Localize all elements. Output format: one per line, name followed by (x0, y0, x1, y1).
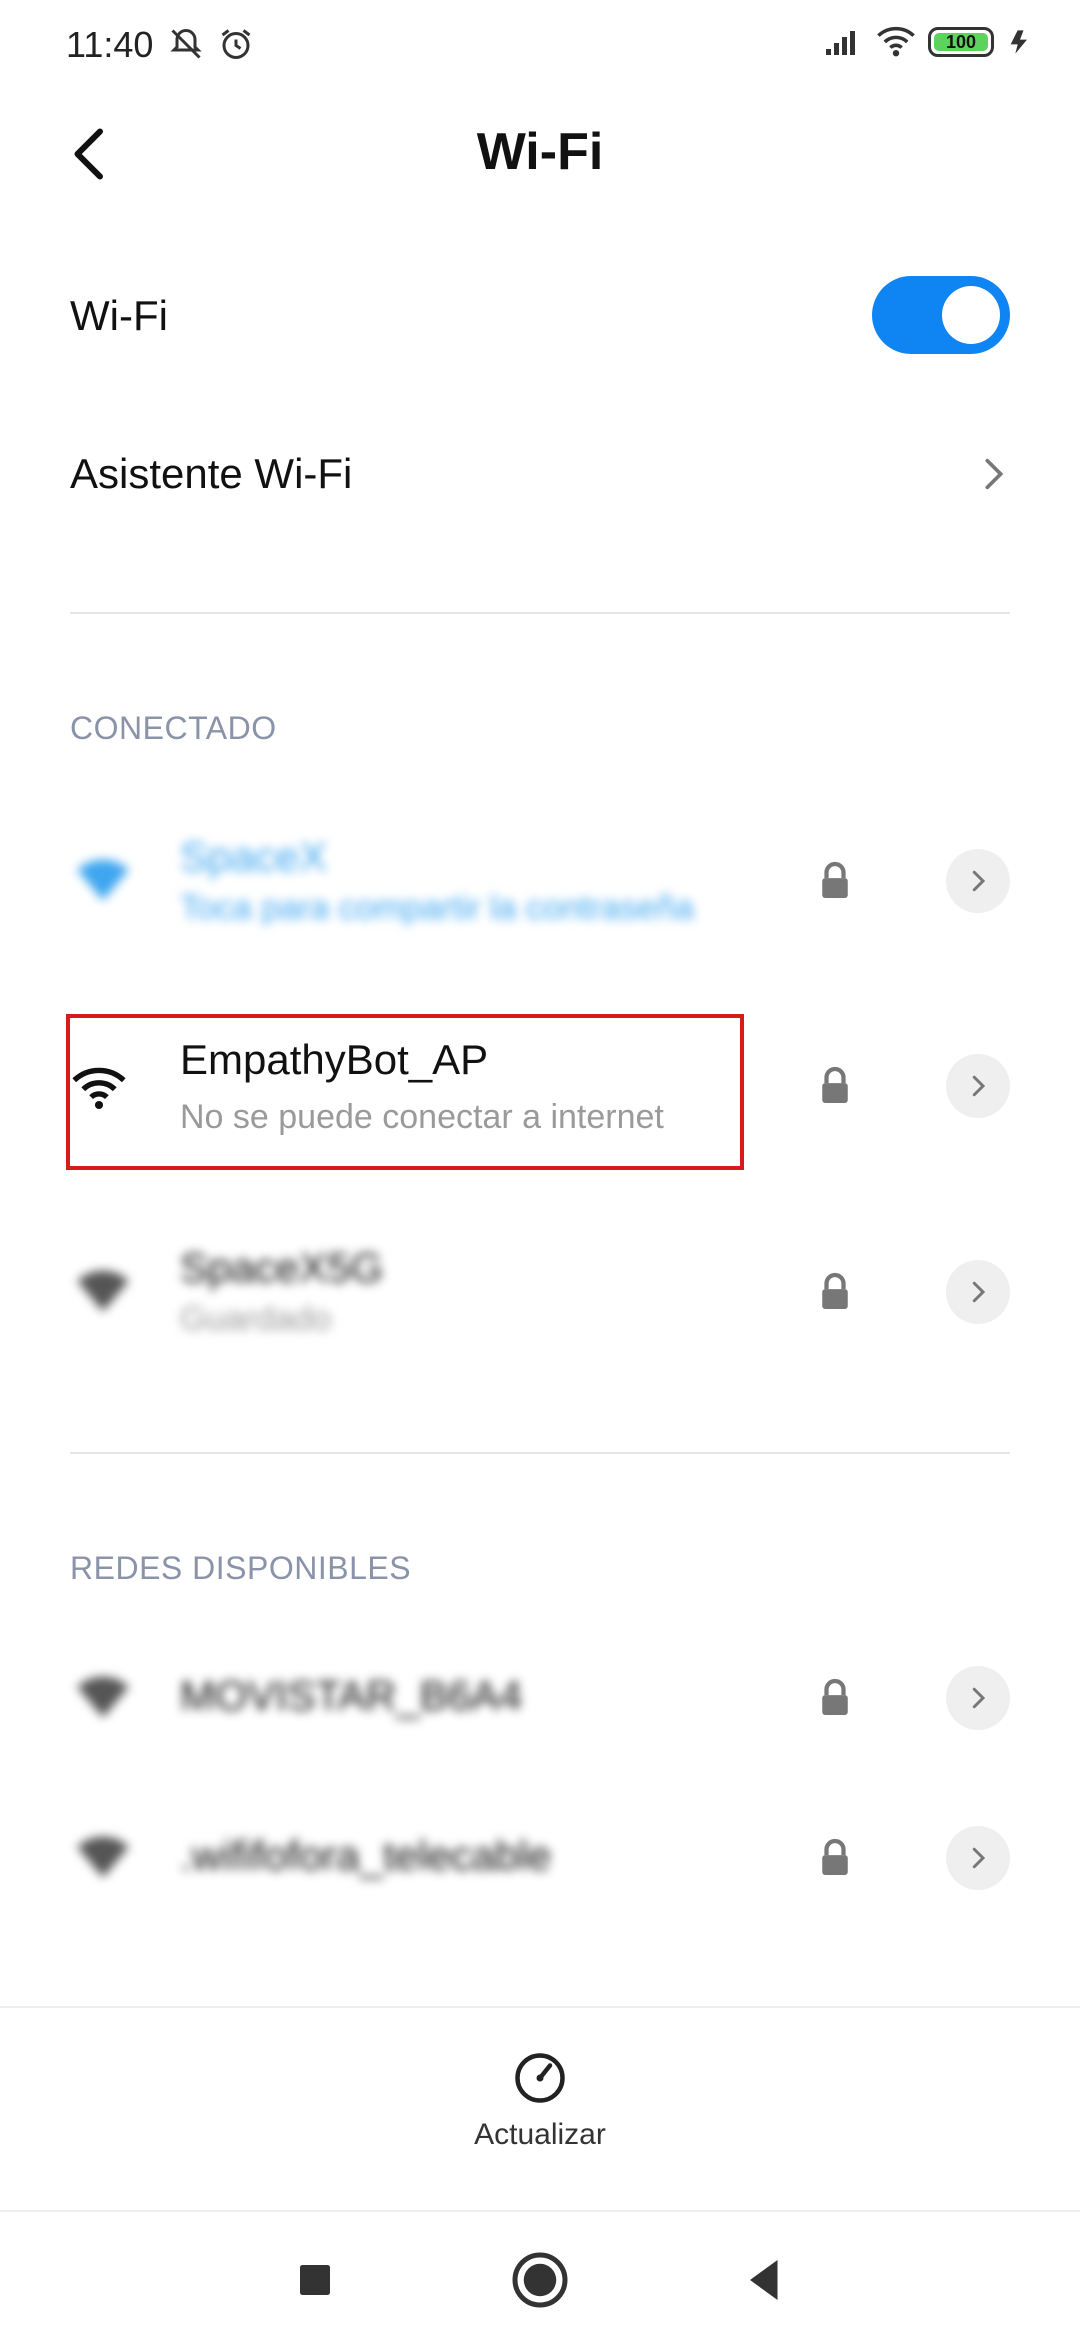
network-details-button[interactable] (946, 1054, 1010, 1118)
wifi-signal-icon (77, 1836, 129, 1878)
network-name: .wififofora_telecable (180, 1832, 552, 1879)
network-details-button[interactable] (946, 849, 1010, 913)
chevron-right-icon (972, 1075, 986, 1097)
header: Wi-Fi (0, 96, 1080, 216)
lock-icon (822, 1272, 848, 1309)
section-connected-header: CONECTADO (70, 710, 277, 746)
status-bar: 11:40 100 (0, 0, 1080, 96)
wifi-signal-icon (77, 1270, 129, 1312)
divider (70, 612, 1010, 614)
wifi-toggle-switch[interactable] (872, 276, 1010, 354)
wifi-assistant-label: Asistente Wi-Fi (70, 450, 353, 497)
wifi-signal-icon (77, 859, 129, 901)
network-name: SpaceX5G (180, 1244, 384, 1291)
bottom-action-bar: Actualizar (0, 2006, 1080, 2212)
network-details-button[interactable] (946, 1260, 1010, 1324)
wifi-assistant-row[interactable]: Asistente Wi-Fi (0, 418, 1080, 538)
network-name: MOVISTAR_B6A4 (180, 1672, 523, 1719)
network-row[interactable]: MOVISTAR_B6A4 (0, 1622, 1080, 1772)
wifi-toggle-row[interactable]: Wi-Fi (0, 256, 1080, 376)
page-title: Wi-Fi (476, 123, 604, 181)
section-available-header: REDES DISPONIBLES (70, 1550, 412, 1586)
chevron-right-icon (972, 1847, 986, 1869)
home-icon[interactable] (510, 2250, 570, 2310)
wifi-toggle-label: Wi-Fi (70, 292, 168, 339)
lock-icon (822, 1838, 848, 1875)
recent-apps-icon[interactable] (285, 2250, 345, 2310)
cellular-signal-icon (826, 31, 855, 55)
battery-icon: 100 (928, 27, 994, 57)
lock-icon (822, 1678, 848, 1715)
charging-icon (1010, 30, 1027, 54)
battery-level: 100 (945, 31, 977, 52)
network-status: Guardado (180, 1300, 332, 1338)
alarm-icon (221, 29, 251, 59)
back-triangle-icon[interactable] (735, 2250, 795, 2310)
network-name: SpaceX (180, 833, 328, 880)
navigation-bar (0, 2210, 1080, 2342)
bell-muted-icon (170, 28, 202, 59)
divider (70, 1452, 1010, 1454)
lock-icon (822, 861, 848, 898)
network-status: Toca para compartir la contraseña (180, 889, 695, 927)
network-details-button[interactable] (946, 1666, 1010, 1730)
chevron-right-icon (972, 1281, 986, 1303)
chevron-right-icon (972, 1687, 986, 1709)
refresh-label: Actualizar (474, 2118, 606, 2151)
refresh-button[interactable]: Actualizar (430, 2048, 650, 2198)
highlight-box (66, 1014, 744, 1170)
network-row[interactable]: SpaceX Toca para compartir la contraseña (0, 805, 1080, 955)
network-details-button[interactable] (946, 1826, 1010, 1890)
wifi-status-icon (877, 26, 915, 57)
chevron-right-icon (972, 870, 986, 892)
chevron-right-icon (985, 458, 1004, 490)
speedometer-icon (515, 2053, 565, 2103)
status-time: 11:40 (66, 24, 154, 65)
network-row[interactable]: SpaceX5G Guardado (0, 1216, 1080, 1366)
network-row[interactable]: .wififofora_telecable (0, 1782, 1080, 1932)
wifi-signal-icon (77, 1676, 129, 1718)
lock-icon (822, 1066, 848, 1103)
